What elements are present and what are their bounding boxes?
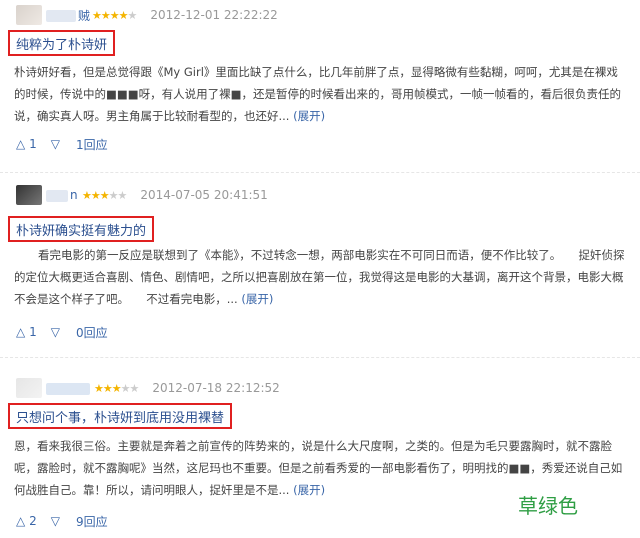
username-link[interactable]: 贼	[46, 7, 90, 24]
avatar[interactable]	[16, 378, 42, 398]
watermark: 草绿色	[518, 494, 578, 518]
review-actions: △ 2 ▽ 9回应	[16, 512, 108, 530]
review-actions: △ 1 ▽ 0回应	[16, 323, 108, 341]
up-triangle-icon: △	[16, 137, 26, 151]
star-rating: ★★★★★	[92, 8, 137, 22]
reply-link[interactable]: 1回应	[76, 136, 108, 153]
review-title[interactable]: 朴诗妍确实挺有魅力的	[8, 216, 155, 242]
review-body-text: 看完电影的第一反应是联想到了《本能》，不过转念一想，两部电影实在不可同日而语，便…	[14, 248, 625, 306]
avatar[interactable]	[16, 185, 42, 205]
review-title-text: 朴诗妍确实挺有魅力的	[16, 223, 147, 239]
review-meta: ★★★★★ 2012-07-18 22:12:52	[16, 377, 280, 399]
username-link[interactable]: n	[46, 188, 80, 202]
upvote-count: 2	[29, 514, 37, 528]
downvote-button[interactable]: ▽	[51, 136, 60, 152]
review-body: 朴诗妍好看，但是总觉得跟《My Girl》里面比缺了点什么，比几年前胖了点，显得…	[14, 61, 628, 127]
upvote-button[interactable]: △ 1	[16, 136, 37, 152]
divider	[0, 357, 640, 358]
review-body: 看完电影的第一反应是联想到了《本能》，不过转念一想，两部电影实在不可同日而语，便…	[14, 244, 628, 310]
blurred-username	[46, 10, 76, 22]
review-actions: △ 1 ▽ 1回应	[16, 135, 108, 153]
down-triangle-icon: ▽	[50, 514, 60, 528]
downvote-button[interactable]: ▽	[51, 513, 60, 529]
blurred-username	[46, 189, 68, 202]
star-rating: ★★★★★	[82, 188, 127, 202]
expand-link[interactable]: (展开)	[293, 109, 325, 123]
upvote-count: 1	[29, 137, 37, 151]
downvote-button[interactable]: ▽	[51, 324, 60, 340]
up-triangle-icon: △	[16, 514, 26, 528]
reply-link[interactable]: 9回应	[76, 513, 108, 530]
star-rating: ★★★★★	[94, 381, 139, 395]
expand-link[interactable]: (展开)	[293, 483, 325, 497]
review-meta: 贼 ★★★★★ 2012-12-01 22:22:22	[16, 4, 278, 26]
expand-link[interactable]: (展开)	[241, 292, 273, 306]
down-triangle-icon: ▽	[50, 325, 60, 339]
review-meta: n ★★★★★ 2014-07-05 20:41:51	[16, 184, 268, 206]
upvote-button[interactable]: △ 2	[16, 513, 37, 529]
review-time: 2012-12-01 22:22:22	[150, 8, 278, 22]
review-title-text: 只想问个事，朴诗妍到底用没用裸替	[16, 410, 225, 426]
review-title[interactable]: 只想问个事，朴诗妍到底用没用裸替	[8, 403, 233, 429]
review-title[interactable]: 纯粹为了朴诗妍	[8, 30, 116, 56]
username-link[interactable]	[46, 381, 92, 395]
upvote-button[interactable]: △ 1	[16, 324, 37, 340]
review-time: 2014-07-05 20:41:51	[140, 188, 268, 202]
review-time: 2012-07-18 22:12:52	[152, 381, 280, 395]
review-title-text: 纯粹为了朴诗妍	[16, 37, 108, 53]
reply-link[interactable]: 0回应	[76, 324, 108, 341]
upvote-count: 1	[29, 325, 37, 339]
username-text: n	[70, 188, 78, 202]
up-triangle-icon: △	[16, 325, 26, 339]
divider	[0, 172, 640, 173]
blurred-username	[46, 382, 90, 395]
down-triangle-icon: ▽	[50, 137, 60, 151]
avatar[interactable]	[16, 5, 42, 25]
username-text: 贼	[78, 8, 91, 23]
